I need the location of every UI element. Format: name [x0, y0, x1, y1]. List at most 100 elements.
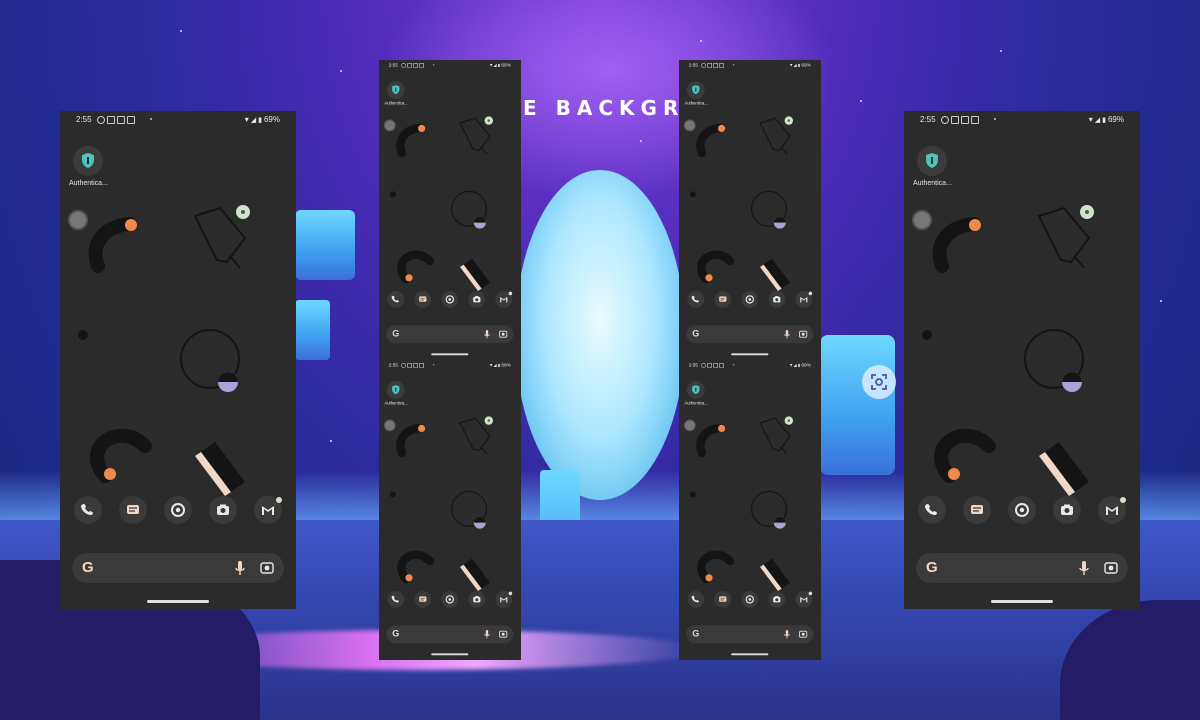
mic-button[interactable] — [483, 629, 490, 639]
authenticator-app[interactable] — [686, 381, 705, 399]
mic-button[interactable] — [783, 329, 790, 339]
status-right: ▾◢▮69% — [790, 362, 811, 367]
screenshot-lens-icon — [871, 374, 887, 390]
polygon-stem — [229, 255, 241, 269]
orange-dot — [418, 424, 426, 432]
chrome-app[interactable] — [741, 591, 759, 608]
mint-dot-center — [487, 119, 490, 122]
status-right: ▾◢▮69% — [245, 115, 280, 124]
mic-button[interactable] — [783, 629, 790, 639]
orange-dot-2 — [948, 468, 960, 480]
phone-app[interactable] — [387, 291, 405, 308]
phone-screenshot-small-b-top[interactable]: 2:55 ▾◢▮69% Authentica... G — [679, 60, 821, 360]
authenticator-app[interactable] — [73, 146, 103, 176]
google-search-bar[interactable]: G — [686, 325, 814, 344]
messages-app[interactable] — [714, 291, 732, 308]
mic-icon — [484, 330, 490, 339]
battery-icon: ▮ — [497, 363, 501, 368]
gmail-icon — [800, 597, 808, 603]
google-search-bar[interactable]: G — [386, 325, 514, 344]
phone-screenshot-small-a-top[interactable]: 2:55 ▾◢▮69% Authentica... G — [379, 60, 521, 360]
gmail-badge — [508, 291, 513, 296]
phone-app[interactable] — [387, 591, 405, 608]
mic-button[interactable] — [1078, 560, 1090, 576]
screenshot-lens-button[interactable] — [862, 365, 896, 399]
chrome-icon — [745, 295, 755, 304]
phone-screenshot-large-left[interactable]: 2:55 ▾ ◢ ▮ 69% Authentica... G — [60, 111, 296, 609]
status-time: 2:55 — [688, 62, 698, 68]
camera-app[interactable] — [209, 496, 237, 524]
orange-dot-2 — [705, 574, 713, 582]
lens-button[interactable] — [498, 629, 508, 639]
authenticator-app[interactable] — [686, 81, 705, 99]
phone-icon — [691, 595, 699, 603]
black-arc — [696, 423, 726, 458]
more-notifications-dot — [433, 64, 435, 66]
google-search-bar[interactable]: G — [686, 625, 814, 644]
google-search-bar[interactable]: G — [386, 625, 514, 644]
grey-dot — [383, 119, 396, 132]
lens-button[interactable] — [798, 629, 808, 639]
lens-button[interactable] — [798, 329, 808, 339]
authenticator-app[interactable] — [386, 81, 405, 99]
messages-app[interactable] — [119, 496, 147, 524]
wifi-icon: ▾ — [1088, 115, 1093, 124]
camera-app[interactable] — [768, 291, 786, 308]
phone-app[interactable] — [74, 496, 102, 524]
authenticator-shield-icon — [82, 153, 94, 168]
home-screen: 2:55 ▾◢▮69% Authentica... G — [60, 111, 296, 609]
phone-app[interactable] — [918, 496, 946, 524]
phone-screenshot-small-b-bottom[interactable]: 2:55 ▾◢▮69% Authentica... G — [679, 360, 821, 660]
lens-button[interactable] — [498, 329, 508, 339]
messages-app[interactable] — [714, 591, 732, 608]
chrome-app[interactable] — [1008, 496, 1036, 524]
phone-screenshot-small-a-bottom[interactable]: 2:55 ▾◢▮69% Authentica... G — [379, 360, 521, 660]
mic-icon — [235, 561, 245, 575]
battery-icon: ▮ — [258, 117, 262, 124]
camera-icon — [1061, 504, 1073, 515]
navigation-handle[interactable] — [147, 600, 209, 603]
polygon-stem — [480, 446, 488, 455]
navigation-handle[interactable] — [431, 353, 469, 356]
camera-app[interactable] — [1053, 496, 1081, 524]
notification-icon — [407, 63, 412, 68]
authenticator-app[interactable] — [917, 146, 947, 176]
gmail-badge — [808, 291, 813, 296]
lens-button[interactable] — [259, 560, 275, 576]
chrome-icon — [445, 595, 454, 604]
phone-app[interactable] — [687, 291, 705, 308]
messages-app[interactable] — [414, 591, 432, 608]
camera-app[interactable] — [768, 591, 786, 608]
chrome-app[interactable] — [441, 291, 459, 308]
black-arc — [932, 217, 981, 273]
gmail-badge — [1120, 497, 1126, 503]
mint-dot-center — [1085, 210, 1089, 214]
messages-app[interactable] — [414, 291, 432, 308]
navigation-handle[interactable] — [731, 653, 769, 656]
chrome-app[interactable] — [441, 591, 459, 608]
navigation-handle[interactable] — [731, 353, 769, 356]
mic-button[interactable] — [483, 329, 490, 339]
messages-app[interactable] — [963, 496, 991, 524]
navigation-handle[interactable] — [431, 653, 469, 656]
authenticator-app[interactable] — [386, 381, 405, 399]
chrome-app[interactable] — [741, 291, 759, 308]
grey-dot — [683, 419, 696, 432]
small-black-dot — [389, 491, 396, 498]
signal-icon: ◢ — [1094, 117, 1101, 124]
google-search-bar[interactable]: G — [916, 553, 1128, 583]
star — [700, 40, 702, 42]
home-screen: 2:55 ▾◢▮69% Authentica... G — [904, 111, 1140, 609]
camera-app[interactable] — [468, 291, 486, 308]
mic-button[interactable] — [234, 560, 246, 576]
notification-icon — [97, 116, 105, 124]
google-search-bar[interactable]: G — [72, 553, 284, 583]
chrome-app[interactable] — [164, 496, 192, 524]
navigation-handle[interactable] — [991, 600, 1053, 603]
phone-app[interactable] — [687, 591, 705, 608]
lens-button[interactable] — [1103, 560, 1119, 576]
phone-icon — [691, 295, 699, 303]
orange-dot — [125, 219, 137, 231]
phone-screenshot-large-right[interactable]: 2:55 ▾ ◢ ▮ 69% Authentica... G — [904, 111, 1140, 609]
camera-app[interactable] — [468, 591, 486, 608]
